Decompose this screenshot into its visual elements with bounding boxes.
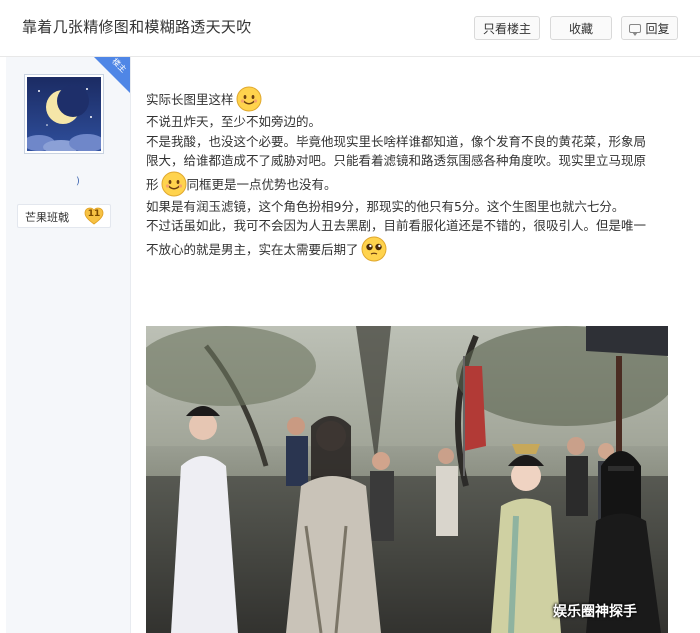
crescent-moon-night-icon	[27, 77, 101, 151]
smile-emoji-icon	[236, 86, 262, 112]
post-text: 不放心的就是男主，实在太需要后期了	[146, 241, 359, 257]
post-text: 实际长图里这样	[146, 92, 234, 107]
smile-emoji-icon	[161, 171, 187, 196]
username[interactable]: 芒果班戟	[25, 209, 69, 225]
thread-header: 靠着几张精修图和模糊路透天天吹 只看楼主 收藏 回复	[0, 0, 700, 57]
post-line: 不说丑炸天，至少不如旁边的。	[146, 114, 322, 129]
reply-button[interactable]: 回复	[621, 16, 678, 40]
pleading-emoji-icon	[361, 236, 387, 261]
post-line: 不放心的就是男主，实在太需要后期了	[146, 236, 676, 262]
level-number: 11	[87, 209, 101, 219]
post-text: 形	[146, 176, 159, 192]
post-text: 同框更是一点优势也没有。	[186, 176, 337, 192]
author-row[interactable]: 芒果班戟 11	[17, 204, 111, 228]
post-body: 实际长图里这样 不说丑炸天，至少不如旁边的。 不是我酸，也没这个必要。毕竟他现实…	[146, 86, 676, 262]
post-line: 如果是有润玉滤镜，这个角色扮相9分，那现实的他只有5分。这个生图里也就六七分。	[146, 198, 625, 214]
favorite-button[interactable]: 收藏	[550, 16, 612, 40]
post-line: 不过话虽如此，我可不会因为人丑去黑剧，目前看服化道还是不错的，很吸引人。但是唯一	[146, 218, 647, 233]
post-line: 限大，给谁都造成不了威胁对吧。只能看着滤镜和路透氛围感各种角度吹。现实里立马现原	[146, 153, 647, 168]
comment-icon	[629, 23, 642, 36]
post-line: 不是我酸，也没这个必要。毕竟他现实里长啥样谁都知道，像个发育不良的黄花菜，形象局	[146, 133, 647, 149]
user-mark: )	[76, 176, 80, 187]
film-set-photo	[146, 326, 668, 633]
level-badge: 11	[84, 207, 104, 225]
post-line: 实际长图里这样	[146, 86, 676, 112]
thread-title: 靠着几张精修图和模糊路透天天吹	[22, 18, 252, 36]
only-op-button[interactable]: 只看楼主	[474, 16, 540, 40]
avatar[interactable]	[24, 74, 104, 154]
photo-watermark: 娱乐圈神探手	[553, 604, 637, 620]
post-line: 形 同框更是一点优势也没有。	[146, 171, 676, 197]
post-photo[interactable]: 娱乐圈神探手	[146, 326, 668, 633]
reply-label: 回复	[645, 21, 670, 36]
